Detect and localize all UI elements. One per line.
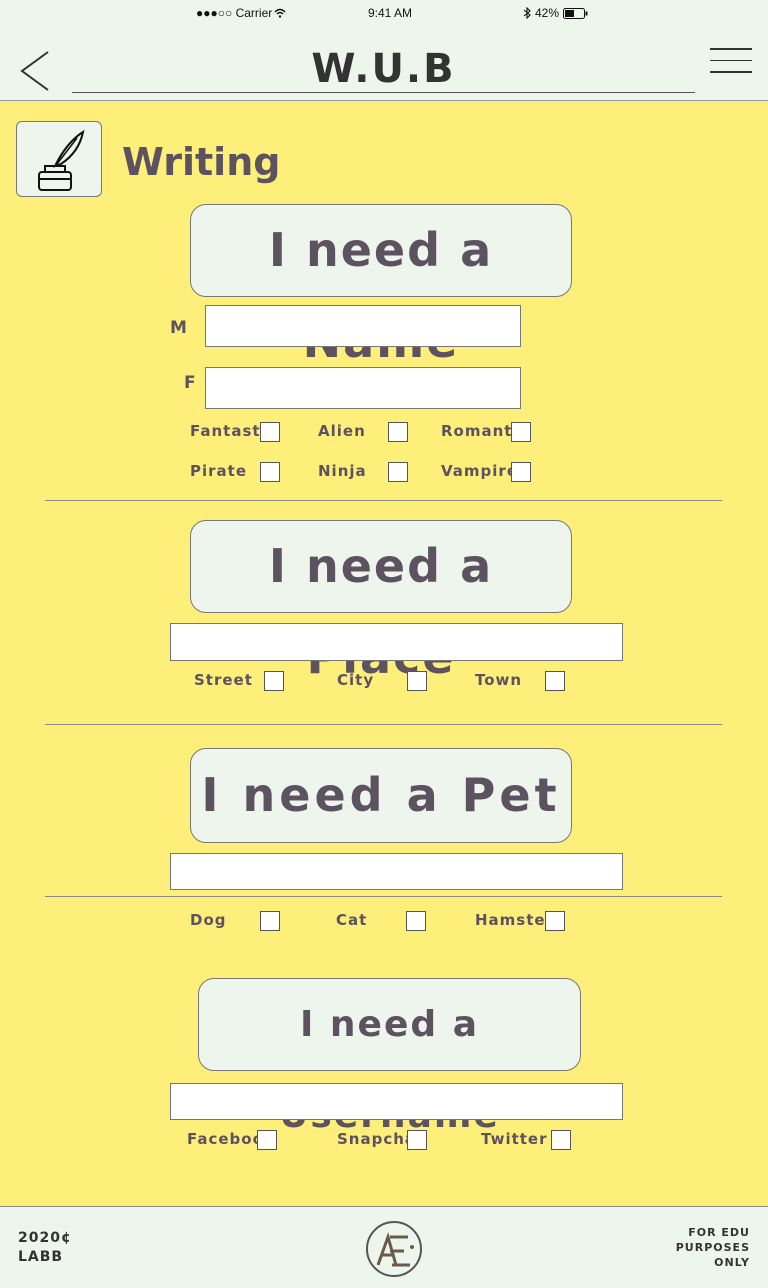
hamburger-menu-icon	[710, 48, 752, 50]
back-button[interactable]	[16, 48, 56, 94]
checkbox-dog[interactable]	[260, 911, 280, 931]
need-username-button[interactable]: I need a Username	[198, 978, 581, 1136]
place-field[interactable]	[170, 623, 623, 661]
checkbox-alien[interactable]	[388, 422, 408, 442]
quill-inkwell-icon	[38, 129, 85, 191]
carrier-signal: ●●●○○ Carrier	[196, 6, 273, 20]
need-place-button[interactable]: I need a Place	[190, 520, 572, 684]
checkbox-snapchat[interactable]	[407, 1130, 427, 1150]
option-label-street: Street	[194, 671, 253, 689]
checkbox-pirate[interactable]	[260, 462, 280, 482]
username-field[interactable]	[170, 1083, 623, 1120]
female-name-field[interactable]	[205, 367, 521, 409]
need-name-button[interactable]: I need a Name	[190, 204, 572, 368]
ae-logo-icon	[376, 1232, 414, 1267]
checkbox-street[interactable]	[264, 671, 284, 691]
app-title: W.U.B	[72, 46, 695, 93]
footer-copyright: 2020¢ LABB	[18, 1230, 72, 1265]
option-label-ninja: Ninja	[318, 462, 367, 480]
male-name-field[interactable]	[205, 305, 521, 347]
battery-icon	[563, 8, 588, 19]
option-label-cat: Cat	[336, 911, 368, 929]
footer-disclaimer: FOR EDU PURPOSES ONLY	[675, 1226, 750, 1269]
divider	[45, 500, 722, 501]
checkbox-cat[interactable]	[406, 911, 426, 931]
checkbox-hamster[interactable]	[545, 911, 565, 931]
wifi-icon	[274, 8, 286, 18]
option-label-hamster: Hamster	[475, 911, 554, 929]
battery-percent: 42%	[535, 6, 560, 20]
checkbox-fantasty[interactable]	[260, 422, 280, 442]
checkbox-town[interactable]	[545, 671, 565, 691]
female-label: F	[184, 373, 197, 393]
option-label-city: City	[337, 671, 375, 689]
checkbox-city[interactable]	[407, 671, 427, 691]
option-label-town: Town	[475, 671, 523, 689]
divider	[45, 896, 722, 897]
footer: 2020¢ LABB FOR EDU PURPOSES ONLY	[0, 1206, 768, 1288]
logo-button[interactable]	[366, 1221, 422, 1277]
need-pet-button[interactable]: I need a Pet	[190, 748, 572, 843]
section-title: Writing	[122, 140, 281, 184]
pet-field[interactable]	[170, 853, 623, 890]
option-label-alien: Alien	[318, 422, 366, 440]
menu-button[interactable]	[710, 48, 752, 78]
divider	[45, 724, 722, 725]
option-label-vampire: Vampire	[441, 462, 518, 480]
writing-section-icon-button[interactable]	[16, 121, 102, 197]
status-time: 9:41 AM	[368, 6, 413, 20]
checkbox-romantic[interactable]	[511, 422, 531, 442]
male-label: M	[170, 318, 188, 338]
chevron-left-icon	[20, 51, 49, 91]
option-label-pirate: Pirate	[190, 462, 247, 480]
top-bar: ●●●○○ Carrier 9:41 AM 42% W.U.B	[0, 0, 768, 101]
option-label-twitter: Twitter	[481, 1130, 548, 1148]
checkbox-ninja[interactable]	[388, 462, 408, 482]
option-label-dog: Dog	[190, 911, 227, 929]
checkbox-twitter[interactable]	[551, 1130, 571, 1150]
checkbox-facebook[interactable]	[257, 1130, 277, 1150]
checkbox-vampire[interactable]	[511, 462, 531, 482]
bluetooth-icon	[523, 7, 531, 19]
